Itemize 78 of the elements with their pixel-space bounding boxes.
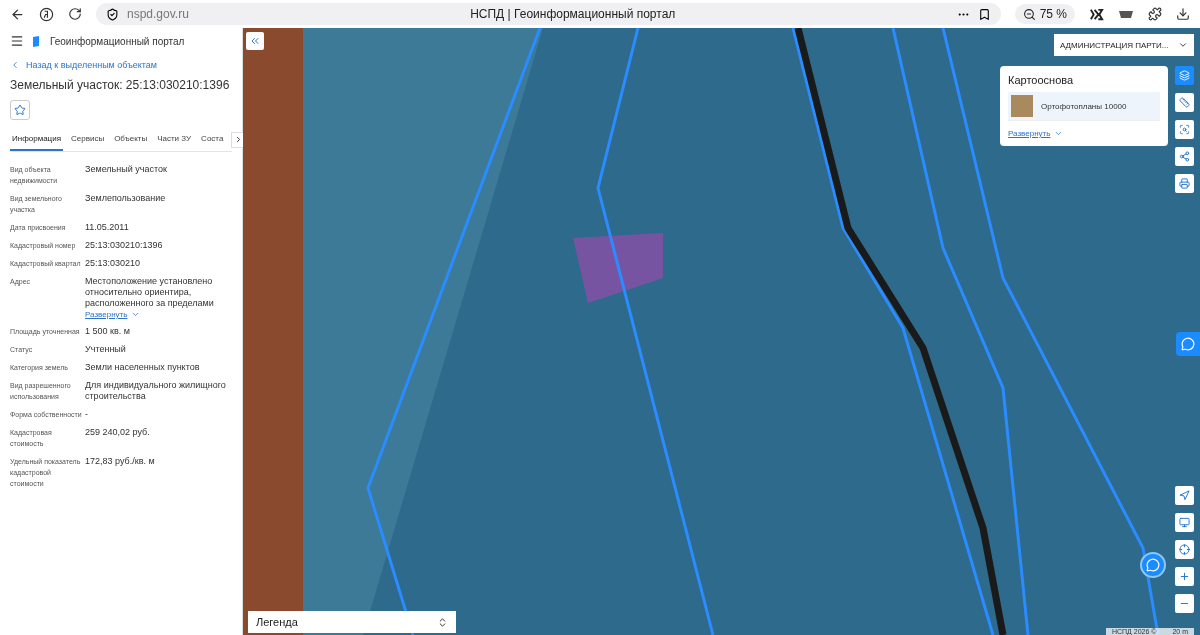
up-down-chevron-icon bbox=[437, 616, 448, 628]
plus-icon bbox=[1179, 571, 1190, 582]
zoom-out-button[interactable] bbox=[1175, 594, 1194, 613]
field-value: 259 240,02 руб. bbox=[85, 427, 151, 439]
scan-search-icon bbox=[1179, 124, 1190, 135]
app-title: Геоинформационный портал bbox=[50, 35, 185, 47]
menu-button[interactable] bbox=[10, 34, 24, 48]
download-icon bbox=[1176, 7, 1190, 21]
zoom-button[interactable]: 75 % bbox=[1014, 4, 1075, 24]
navigation-arrow-icon bbox=[1179, 490, 1190, 501]
tab[interactable]: Соста bbox=[199, 128, 226, 151]
field-value: Землепользование bbox=[85, 193, 167, 205]
area-search-button[interactable] bbox=[1175, 120, 1194, 139]
locate-button[interactable] bbox=[1175, 486, 1194, 505]
zoom-in-button[interactable] bbox=[1175, 567, 1194, 586]
back-link[interactable]: Назад к выделенным объектам bbox=[10, 60, 232, 70]
field-value: 1 500 кв. м bbox=[85, 326, 131, 337]
field-value: Учтенный bbox=[85, 344, 127, 355]
browser-logo-icon[interactable] bbox=[39, 6, 54, 22]
puzzle-icon bbox=[1148, 7, 1162, 21]
url-text: nspd.gov.ru bbox=[127, 7, 189, 21]
ruler-button[interactable] bbox=[1175, 93, 1194, 112]
basemap-item[interactable]: Ортофотопланы 10000 bbox=[1008, 92, 1160, 121]
zoom-out-icon bbox=[1022, 7, 1036, 21]
caret-icon bbox=[1178, 40, 1188, 50]
basemap-thumbnail bbox=[1011, 95, 1033, 117]
organization-select[interactable]: АДМИНИСТРАЦИЯ ПАРТИ... bbox=[1054, 34, 1194, 56]
chat-icon bbox=[1146, 558, 1160, 572]
card-title: Картооснова bbox=[1008, 74, 1075, 86]
field-value: Земельный участок bbox=[85, 164, 168, 176]
tab[interactable]: Сервисы bbox=[69, 128, 107, 151]
legend-select[interactable]: Легенда bbox=[248, 611, 456, 633]
expand-link[interactable]: Развернуть bbox=[85, 310, 232, 319]
target-button[interactable] bbox=[1175, 540, 1194, 559]
chevron-down-icon bbox=[1054, 129, 1064, 138]
chevron-left-icon bbox=[10, 60, 20, 70]
field-value: Местоположение установлено относительно ориентира, расположенного за пределами bbox=[85, 276, 215, 309]
ruler-icon bbox=[1179, 97, 1190, 108]
field-value: 11.05.2011 bbox=[85, 222, 130, 233]
monitor-icon bbox=[1179, 517, 1190, 528]
object-heading: Земельный участок: 25:13:030210:1396 bbox=[10, 78, 231, 92]
star-icon bbox=[14, 104, 26, 116]
download-button[interactable] bbox=[1176, 7, 1190, 21]
collapse-panel-button[interactable] bbox=[246, 32, 264, 50]
chevron-down-icon bbox=[131, 310, 141, 319]
tab[interactable]: Объекты bbox=[112, 128, 150, 151]
page-title: НСПД | Геоинформационный портал bbox=[469, 7, 677, 21]
expand-link[interactable]: Развернуть bbox=[1008, 129, 1160, 138]
extension-icon[interactable] bbox=[1089, 6, 1104, 22]
screen-button[interactable] bbox=[1175, 513, 1194, 532]
speech-bubble-icon bbox=[1181, 337, 1195, 351]
favorite-button[interactable] bbox=[10, 100, 30, 120]
extensions-button[interactable] bbox=[1148, 7, 1162, 21]
printer-icon bbox=[1179, 178, 1190, 189]
layers-button[interactable] bbox=[1175, 66, 1194, 85]
layers-icon bbox=[1179, 70, 1190, 81]
side-panel-button[interactable] bbox=[1176, 332, 1200, 356]
field-value: 25:13:030210 bbox=[85, 258, 142, 269]
portal-logo-icon bbox=[32, 35, 42, 47]
field-value: 25:13:030210:1396 bbox=[85, 240, 164, 251]
menu-icon bbox=[10, 34, 24, 48]
tab[interactable]: Части ЗУ bbox=[155, 128, 194, 151]
reload-button[interactable] bbox=[68, 7, 82, 21]
reload-icon bbox=[68, 7, 82, 21]
field-value: Для индивидуального жилищного строительства bbox=[85, 380, 227, 402]
field-value: 172,83 руб./кв. м bbox=[85, 456, 156, 468]
crosshair-icon bbox=[1179, 544, 1190, 555]
field-value: - bbox=[85, 409, 89, 420]
share-button[interactable] bbox=[1175, 147, 1194, 166]
field-value: Земли населенных пунктов bbox=[85, 362, 201, 373]
shield-icon bbox=[106, 7, 119, 21]
share-icon bbox=[1179, 151, 1190, 162]
bookmark-icon bbox=[977, 7, 991, 21]
tab[interactable]: Информация bbox=[10, 128, 63, 151]
print-button[interactable] bbox=[1175, 174, 1194, 193]
address-bar[interactable]: nspd.gov.ru НСПД | Геоинформационный портал bbox=[96, 3, 1001, 25]
back-button[interactable] bbox=[10, 6, 25, 22]
double-chevron-left-icon bbox=[249, 35, 261, 47]
